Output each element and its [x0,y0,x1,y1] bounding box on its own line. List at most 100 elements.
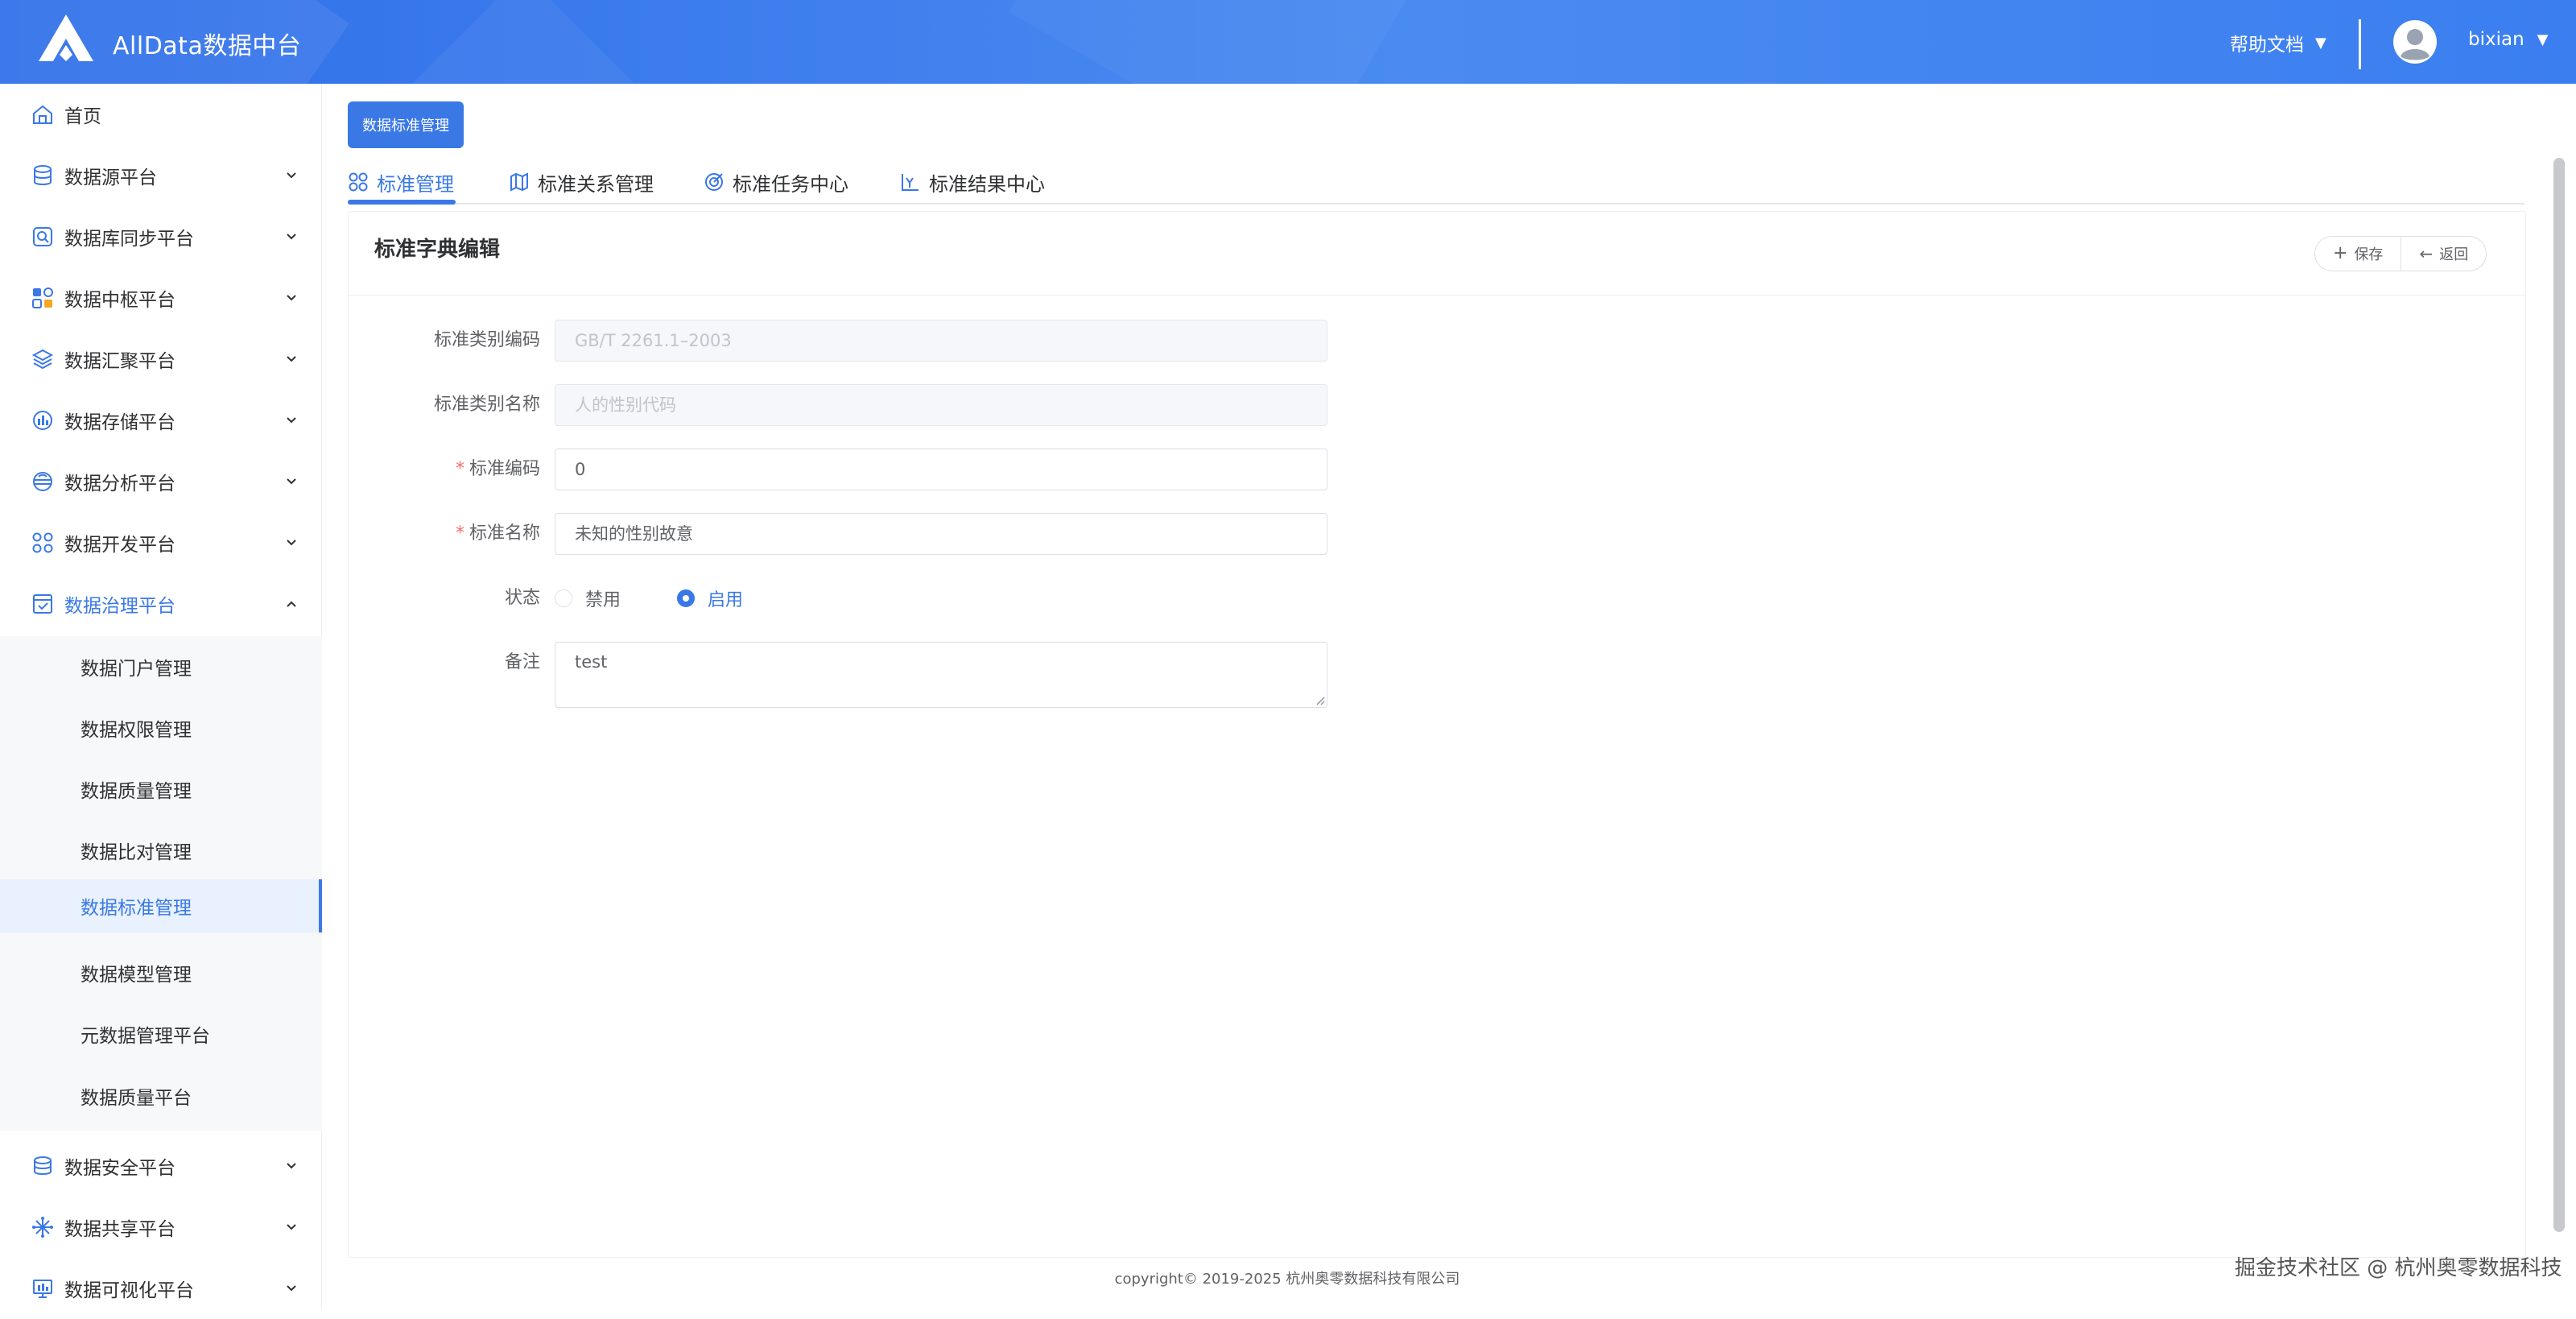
submenu-item-model[interactable]: 数据模型管理 [0,946,322,999]
submenu-item-label: 数据质量管理 [80,781,192,802]
dev-icon [32,532,53,553]
required-mark: * [455,523,464,544]
action-button-group: + 保存 ← 返回 [2314,236,2487,271]
chevron-down-icon [287,478,296,485]
type-name-input: 人的性别代码 [555,384,1327,426]
help-docs-menu[interactable]: 帮助文档 ▼ [2230,29,2326,56]
plus-icon: + [2333,243,2348,263]
tab-standard-relation[interactable]: 标准关系管理 [509,159,654,205]
submenu-item-label: 数据门户管理 [80,659,192,680]
page-scrollbar[interactable] [2553,158,2565,1232]
back-button[interactable]: ← 返回 [2401,236,2487,271]
radio-label: 禁用 [585,590,621,610]
security-icon [34,1156,52,1175]
layers-icon [31,349,54,370]
type-code-input: GB/T 2261.1–2003 [555,320,1327,362]
tab-label: 标准任务中心 [733,172,848,196]
submenu-item-standard[interactable]: 数据标准管理 [0,879,322,932]
user-avatar-icon[interactable] [2392,19,2438,64]
sidebar: 首页 数据源平台 数据库同步平台 数据中枢平台 数据汇聚平台 数据存储平台 数据… [0,84,322,1308]
remark-textarea[interactable]: test [555,642,1327,708]
caret-down-icon: ▼ [2537,31,2549,48]
submenu-item-label: 数据标准管理 [80,898,192,919]
tab-standard-management[interactable]: 标准管理 [348,159,454,205]
home-icon [33,105,52,124]
card-title: 标准字典编辑 [374,238,501,262]
sidebar-item-visualization[interactable]: 数据可视化平台 [0,1258,322,1319]
radio-label: 启用 [708,590,744,610]
submenu-item-label: 数据比对管理 [80,842,192,863]
map-icon [510,172,528,192]
sidebar-item-analysis[interactable]: 数据分析平台 [0,451,322,512]
resize-grip-icon[interactable] [1314,694,1325,705]
sidebar-item-collect[interactable]: 数据汇聚平台 [0,329,322,390]
sidebar-item-storage[interactable]: 数据存储平台 [0,390,322,451]
submenu-item-quality-platform[interactable]: 数据质量平台 [0,1069,322,1123]
sidebar-item-share[interactable]: 数据共享平台 [0,1197,322,1258]
tab-label: 标准结果中心 [929,172,1045,196]
logo-icon[interactable] [37,13,95,63]
submenu-item-label: 数据质量平台 [80,1088,192,1109]
sidebar-item-governance[interactable]: 数据治理平台 [0,573,322,635]
arrow-left-icon: ← [2419,244,2434,263]
sidebar-item-label: 首页 [64,106,101,127]
submenu-item-portal[interactable]: 数据门户管理 [0,640,322,693]
radio-disabled[interactable]: 禁用 [555,585,621,611]
help-docs-label: 帮助文档 [2230,35,2304,56]
database-icon [34,165,52,185]
sidebar-item-label: 数据源平台 [64,167,157,188]
submenu-item-label: 数据模型管理 [80,965,192,986]
radio-circle-icon [555,589,572,607]
form-row-code: * 标准编码 0 [349,447,1363,492]
save-label: 保存 [2354,246,2384,263]
user-menu[interactable]: bixian ▼ [2468,29,2549,50]
header-divider [2359,19,2361,69]
label-text: 状态 [504,588,540,608]
tab-standard-task[interactable]: 标准任务中心 [704,159,848,205]
label-text: 标准类别名称 [433,395,540,415]
type-code-label: 标准类别编码 [349,318,540,363]
status-label: 状态 [349,576,540,621]
form-row-type-code: 标准类别编码 GB/T 2261.1–2003 [349,318,1363,363]
header-decoration [1009,0,1422,84]
submenu-item-compare[interactable]: 数据比对管理 [0,824,322,877]
code-label: * 标准编码 [349,447,540,492]
sidebar-item-label: 数据汇聚平台 [64,351,175,372]
sidebar-item-home[interactable]: 首页 [0,84,322,145]
radio-enabled[interactable]: 启用 [677,585,743,611]
label-text: 备注 [504,652,540,672]
label-text: 标准名称 [469,523,540,544]
card-header: 标准字典编辑 + 保存 ← 返回 [349,212,2525,296]
tab-label: 标准关系管理 [538,172,654,196]
submenu-item-permission[interactable]: 数据权限管理 [0,701,322,755]
visualization-icon [33,1280,52,1298]
grid-icon [32,287,53,308]
module-tag-button[interactable]: 数据标准管理 [348,101,464,148]
label-text: 标准类别编码 [433,330,540,350]
sidebar-item-datasource[interactable]: 数据源平台 [0,145,322,206]
chevron-down-icon [287,295,296,301]
chevron-down-icon [287,172,296,179]
sidebar-item-dbsync[interactable]: 数据库同步平台 [0,206,322,267]
sidebar-item-label: 数据分析平台 [64,473,175,494]
governance-submenu: 数据门户管理 数据权限管理 数据质量管理 数据比对管理 数据标准管理 数据模型管… [0,636,322,1131]
tab-standard-result[interactable]: 标准结果中心 [900,159,1045,205]
sidebar-item-label: 数据开发平台 [64,535,175,556]
save-button[interactable]: + 保存 [2314,236,2402,271]
app-title[interactable]: AllData数据中台 [113,26,301,61]
username-label: bixian [2468,29,2524,50]
sidebar-item-dev[interactable]: 数据开发平台 [0,512,322,573]
submenu-item-quality[interactable]: 数据质量管理 [0,763,322,816]
name-input[interactable]: 未知的性别故意 [555,513,1327,555]
sidebar-item-security[interactable]: 数据安全平台 [0,1135,322,1197]
back-label: 返回 [2439,246,2469,263]
submenu-item-label: 数据权限管理 [80,720,192,741]
sidebar-item-hub[interactable]: 数据中枢平台 [0,267,322,329]
chevron-down-icon [287,417,296,424]
sidebar-item-label: 数据存储平台 [64,412,175,433]
label-text: 标准编码 [469,459,540,479]
tab-label: 标准管理 [377,172,454,196]
code-input[interactable]: 0 [555,449,1327,490]
analysis-icon [33,472,52,491]
submenu-item-metadata[interactable]: 元数据管理平台 [0,1007,322,1061]
